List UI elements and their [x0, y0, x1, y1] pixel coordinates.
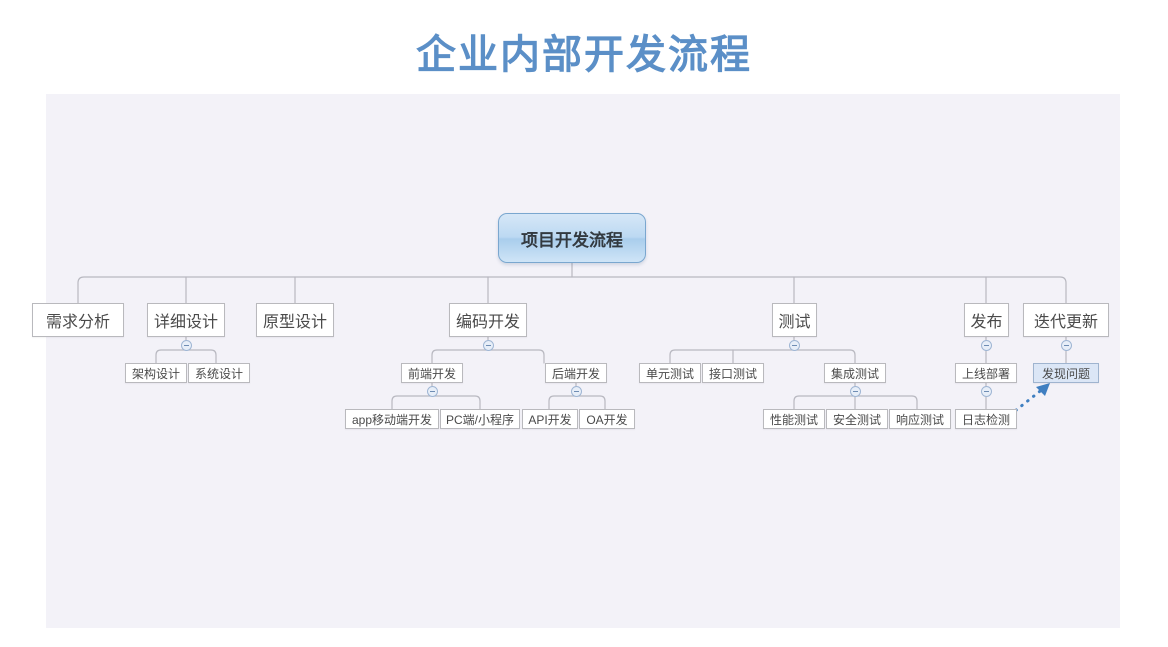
- node-prototype-design[interactable]: 原型设计: [256, 303, 334, 337]
- diagram-stage: 项目开发流程 需求分析 详细设计 原型设计 编码开发 测试 发布 迭代更新 架构…: [0, 0, 1168, 647]
- node-api-development[interactable]: API开发: [522, 409, 578, 429]
- node-security-test[interactable]: 安全测试: [826, 409, 888, 429]
- node-app-mobile-development[interactable]: app移动端开发: [345, 409, 439, 429]
- node-online-deployment[interactable]: 上线部署: [955, 363, 1017, 383]
- node-release[interactable]: 发布: [964, 303, 1009, 337]
- node-integration-test[interactable]: 集成测试: [824, 363, 886, 383]
- collapse-toggle-testing[interactable]: [789, 340, 800, 351]
- collapse-toggle-online-deployment[interactable]: [981, 386, 992, 397]
- node-performance-test[interactable]: 性能测试: [763, 409, 825, 429]
- node-backend-development[interactable]: 后端开发: [545, 363, 607, 383]
- node-requirements-analysis[interactable]: 需求分析: [32, 303, 124, 337]
- node-pc-miniprogram[interactable]: PC端/小程序: [440, 409, 520, 429]
- node-unit-test[interactable]: 单元测试: [639, 363, 701, 383]
- node-system-design[interactable]: 系统设计: [188, 363, 250, 383]
- root-node[interactable]: 项目开发流程: [498, 213, 646, 263]
- collapse-toggle-integration-test[interactable]: [850, 386, 861, 397]
- collapse-toggle-detailed-design[interactable]: [181, 340, 192, 351]
- collapse-toggle-coding-development[interactable]: [483, 340, 494, 351]
- node-issue-found[interactable]: 发现问题: [1033, 363, 1099, 383]
- node-interface-test[interactable]: 接口测试: [702, 363, 764, 383]
- node-response-test[interactable]: 响应测试: [889, 409, 951, 429]
- node-coding-development[interactable]: 编码开发: [449, 303, 527, 337]
- collapse-toggle-release[interactable]: [981, 340, 992, 351]
- node-log-detection[interactable]: 日志检测: [955, 409, 1017, 429]
- node-oa-development[interactable]: OA开发: [579, 409, 635, 429]
- node-frontend-development[interactable]: 前端开发: [401, 363, 463, 383]
- node-architecture-design[interactable]: 架构设计: [125, 363, 187, 383]
- node-iterative-update[interactable]: 迭代更新: [1023, 303, 1109, 337]
- collapse-toggle-frontend-development[interactable]: [427, 386, 438, 397]
- node-testing[interactable]: 测试: [772, 303, 817, 337]
- collapse-toggle-iterative-update[interactable]: [1061, 340, 1072, 351]
- collapse-toggle-backend-development[interactable]: [571, 386, 582, 397]
- node-detailed-design[interactable]: 详细设计: [147, 303, 225, 337]
